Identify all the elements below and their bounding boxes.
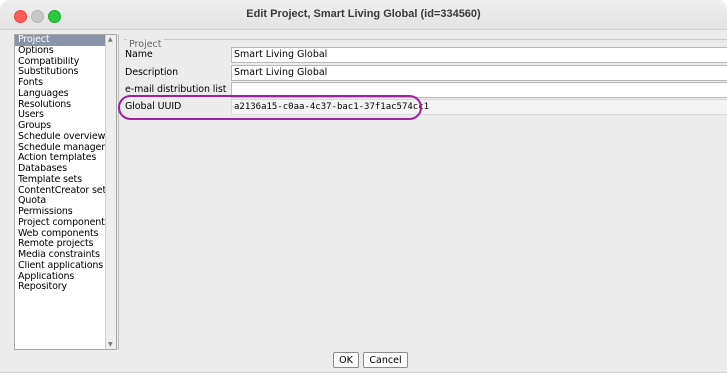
window-title: Edit Project, Smart Living Global (id=33… bbox=[246, 8, 481, 20]
sidebar-item-databases[interactable]: Databases bbox=[15, 164, 116, 175]
sidebar-item-resolutions[interactable]: Resolutions bbox=[15, 100, 116, 111]
name-label: Name bbox=[125, 49, 153, 60]
sidebar-item-web-components[interactable]: Web components bbox=[15, 229, 116, 240]
sidebar-item-schedule-management[interactable]: Schedule management bbox=[15, 143, 116, 154]
sidebar-item-languages[interactable]: Languages bbox=[15, 89, 116, 100]
sidebar-item-quota[interactable]: Quota bbox=[15, 196, 116, 207]
sidebar-item-contentcreator-settings[interactable]: ContentCreator settings bbox=[15, 186, 116, 197]
sidebar-item-compatibility[interactable]: Compatibility bbox=[15, 57, 116, 68]
sidebar-scrollbar[interactable]: ▲ ▼ bbox=[105, 35, 116, 349]
project-settings-panel: Project Name Smart Living Global Descrip… bbox=[118, 34, 727, 350]
sidebar-item-permissions[interactable]: Permissions bbox=[15, 207, 116, 218]
sidebar-item-groups[interactable]: Groups bbox=[15, 121, 116, 132]
scroll-down-icon[interactable]: ▼ bbox=[108, 341, 113, 348]
sidebar-item-applications[interactable]: Applications bbox=[15, 272, 116, 283]
title-bar: Edit Project, Smart Living Global (id=33… bbox=[0, 0, 727, 30]
sidebar-item-users[interactable]: Users bbox=[15, 110, 116, 121]
scroll-up-icon[interactable]: ▲ bbox=[108, 36, 113, 43]
settings-category-list[interactable]: Project Options Compatibility Substituti… bbox=[14, 34, 117, 350]
sidebar-item-remote-projects[interactable]: Remote projects bbox=[15, 239, 116, 250]
sidebar-item-template-sets[interactable]: Template sets bbox=[15, 175, 116, 186]
edit-project-dialog: Edit Project, Smart Living Global (id=33… bbox=[0, 0, 727, 373]
project-group-border: Project bbox=[124, 39, 727, 50]
sidebar-item-action-templates[interactable]: Action templates bbox=[15, 153, 116, 164]
sidebar-item-fonts[interactable]: Fonts bbox=[15, 78, 116, 89]
uuid-highlight-annotation bbox=[118, 95, 422, 120]
sidebar-item-media-constraints[interactable]: Media constraints bbox=[15, 250, 116, 261]
cancel-button[interactable]: Cancel bbox=[363, 352, 408, 368]
description-label: Description bbox=[125, 67, 179, 78]
sidebar-item-project[interactable]: Project bbox=[15, 35, 105, 46]
name-field[interactable]: Smart Living Global bbox=[231, 47, 727, 63]
sidebar-item-client-applications[interactable]: Client applications bbox=[15, 261, 116, 272]
sidebar-item-substitutions[interactable]: Substitutions bbox=[15, 67, 116, 78]
sidebar-item-options[interactable]: Options bbox=[15, 46, 116, 57]
sidebar-item-project-components[interactable]: Project components bbox=[15, 218, 116, 229]
description-field[interactable]: Smart Living Global bbox=[231, 65, 727, 81]
sidebar-item-repository[interactable]: Repository bbox=[15, 282, 116, 293]
ok-button[interactable]: OK bbox=[333, 352, 359, 368]
sidebar-item-schedule-overview[interactable]: Schedule overview bbox=[15, 132, 116, 143]
